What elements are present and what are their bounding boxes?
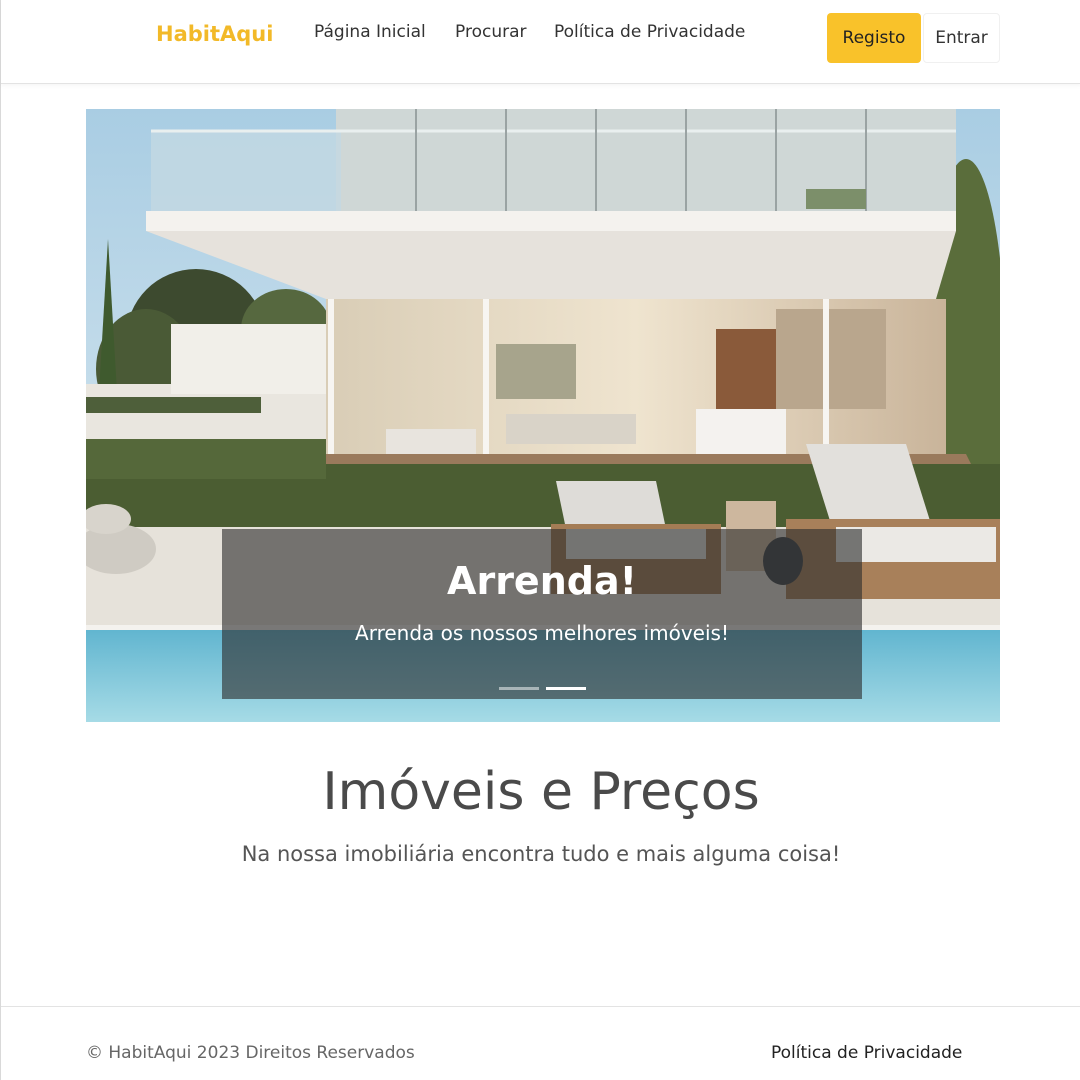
login-button[interactable]: Entrar (923, 13, 1000, 63)
nav-home-link[interactable]: Página Inicial (314, 22, 426, 42)
carousel-title: Arrenda! (447, 559, 637, 603)
carousel-text: Arrenda os nossos melhores imóveis! (355, 621, 729, 645)
nav-search-link[interactable]: Procurar (455, 22, 527, 42)
footer-privacy-link[interactable]: Política de Privacidade (771, 1043, 962, 1063)
hero-carousel[interactable]: Arrenda! Arrenda os nossos melhores imóv… (86, 109, 1000, 722)
section-title: Imóveis e Preços (322, 762, 760, 822)
carousel-indicator-1[interactable] (499, 687, 539, 690)
section-subtitle: Na nossa imobiliária encontra tudo e mai… (241, 842, 841, 866)
register-button[interactable]: Registo (827, 13, 921, 63)
brand-logo[interactable]: HabitAqui (156, 22, 273, 46)
nav-privacy-link[interactable]: Política de Privacidade (554, 22, 745, 42)
carousel-indicator-2-active[interactable] (546, 687, 586, 690)
footer: © HabitAqui 2023 Direitos Reservados Pol… (1, 1006, 1080, 1080)
footer-copyright: © HabitAqui 2023 Direitos Reservados (86, 1043, 415, 1063)
carousel-caption: Arrenda! Arrenda os nossos melhores imóv… (222, 529, 862, 699)
top-navbar: HabitAqui Página Inicial Procurar Políti… (1, 0, 1080, 84)
